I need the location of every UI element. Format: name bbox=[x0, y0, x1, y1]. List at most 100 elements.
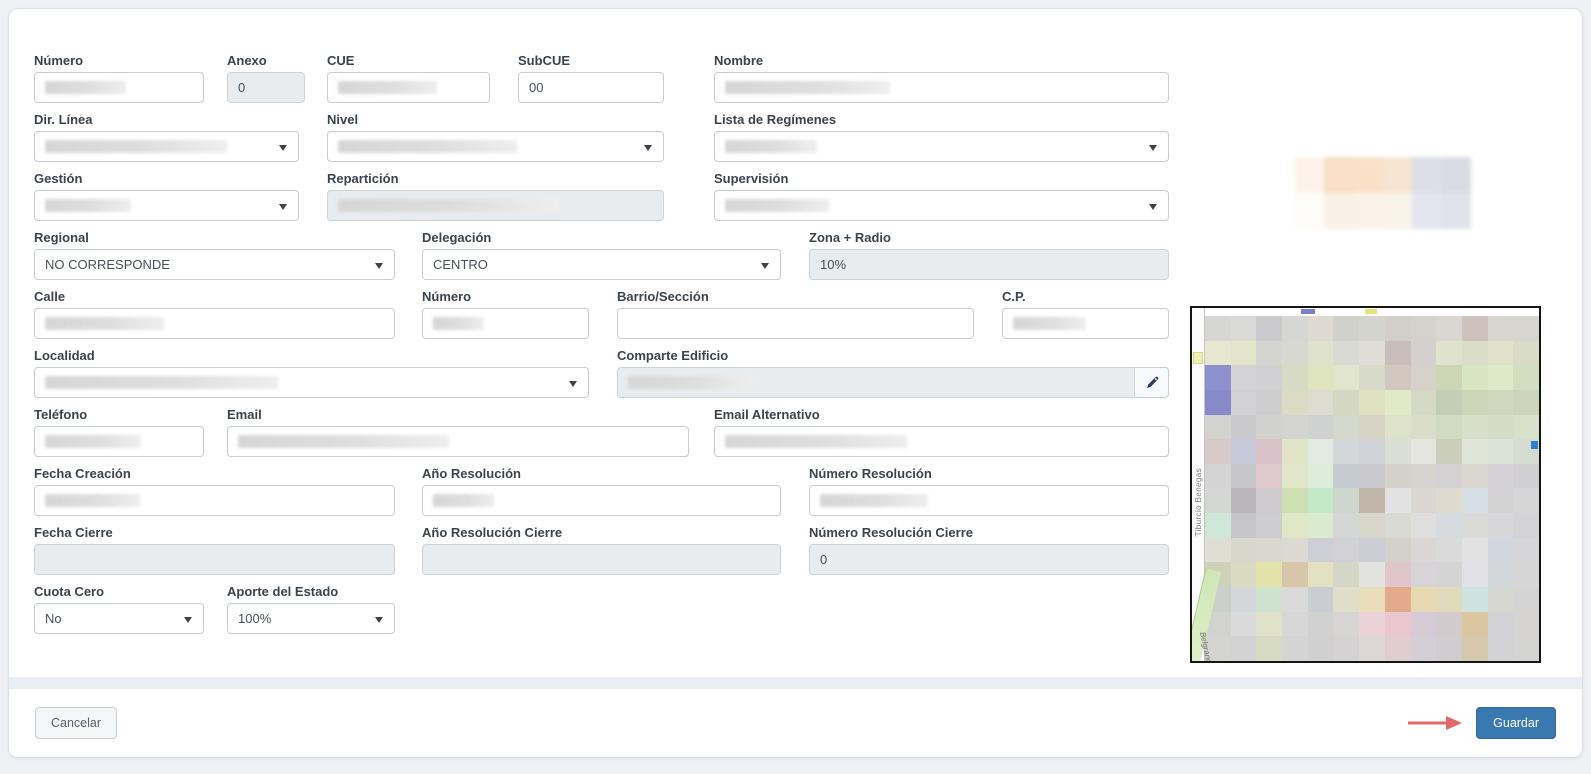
form-row-linea-nivel: Dir. Línea Nivel Lista de Regímenes bbox=[9, 112, 1194, 162]
regional-value: NO CORRESPONDE bbox=[45, 257, 170, 272]
cuota-cero-value: No bbox=[45, 611, 62, 626]
field-anio-resolucion: Año Resolución bbox=[422, 466, 781, 516]
anexo-value: 0 bbox=[238, 80, 245, 95]
nivel-select[interactable] bbox=[327, 131, 664, 162]
redacted-value bbox=[45, 435, 141, 448]
field-fecha-cierre: Fecha Cierre bbox=[34, 525, 395, 575]
numero-puerta-input[interactable] bbox=[422, 308, 589, 339]
field-gestion: Gestión bbox=[34, 171, 299, 221]
gestion-select[interactable] bbox=[34, 190, 299, 221]
form-row-resolucion: Fecha Creación Año Resolución Número Res… bbox=[9, 466, 1194, 516]
supervision-select[interactable] bbox=[714, 190, 1169, 221]
field-cp: C.P. bbox=[1002, 289, 1169, 339]
field-email: Email bbox=[227, 407, 689, 457]
form-row-cierre: Fecha Cierre Año Resolución Cierre Númer… bbox=[9, 525, 1194, 575]
nombre-input[interactable] bbox=[714, 72, 1169, 103]
field-email-alternativo-label: Email Alternativo bbox=[714, 407, 1169, 422]
lista-regimenes-select[interactable] bbox=[714, 131, 1169, 162]
map-road-mark bbox=[1301, 309, 1315, 314]
email-alternativo-input[interactable] bbox=[714, 426, 1169, 457]
redacted-value bbox=[338, 140, 517, 153]
establishment-form-card: Número Anexo 0 CUE SubCUE 00 Nombre bbox=[8, 8, 1583, 758]
email-input[interactable] bbox=[227, 426, 689, 457]
telefono-input[interactable] bbox=[34, 426, 204, 457]
field-localidad: Localidad bbox=[34, 348, 589, 398]
field-zona-radio-label: Zona + Radio bbox=[809, 230, 1169, 245]
location-map[interactable]: Tiburcio Benegas Belgrano bbox=[1190, 306, 1541, 663]
cp-input[interactable] bbox=[1002, 308, 1169, 339]
map-road-mark bbox=[1365, 309, 1377, 314]
field-barrio: Barrio/Sección bbox=[617, 289, 974, 339]
redacted-value bbox=[338, 81, 437, 94]
localidad-select[interactable] bbox=[34, 367, 589, 398]
redacted-value bbox=[820, 494, 928, 507]
aporte-estado-value: 100% bbox=[238, 611, 271, 626]
field-telefono-label: Teléfono bbox=[34, 407, 204, 422]
field-nivel-label: Nivel bbox=[327, 112, 664, 127]
aporte-estado-select[interactable]: 100% bbox=[227, 603, 395, 634]
form-row-direccion: Calle Número Barrio/Sección C.P. bbox=[9, 289, 1194, 339]
field-cue-label: CUE bbox=[327, 53, 490, 68]
redacted-value bbox=[45, 140, 227, 153]
comparte-edificio-edit-button[interactable] bbox=[1135, 367, 1169, 398]
cancel-button[interactable]: Cancelar bbox=[35, 707, 117, 739]
field-aporte-estado-label: Aporte del Estado bbox=[227, 584, 395, 599]
field-anio-resolucion-cierre-label: Año Resolución Cierre bbox=[422, 525, 781, 540]
field-barrio-label: Barrio/Sección bbox=[617, 289, 974, 304]
calle-input[interactable] bbox=[34, 308, 395, 339]
map-road-marker bbox=[1193, 352, 1203, 364]
redacted-value bbox=[238, 435, 449, 448]
field-regional: Regional NO CORRESPONDE bbox=[34, 230, 395, 280]
redacted-value bbox=[433, 317, 484, 330]
field-subcue: SubCUE 00 bbox=[518, 53, 664, 103]
fecha-creacion-input[interactable] bbox=[34, 485, 395, 516]
map-street-label: Tiburcio Benegas bbox=[1194, 468, 1203, 536]
field-cp-label: C.P. bbox=[1002, 289, 1169, 304]
dir-linea-select[interactable] bbox=[34, 131, 299, 162]
field-dir-linea: Dir. Línea bbox=[34, 112, 299, 162]
redacted-value bbox=[45, 199, 131, 212]
redacted-value bbox=[45, 494, 140, 507]
save-button[interactable]: Guardar bbox=[1476, 707, 1556, 739]
field-comparte-edificio: Comparte Edificio bbox=[617, 348, 1169, 398]
zona-radio-value: 10% bbox=[820, 257, 846, 272]
field-comparte-edificio-label: Comparte Edificio bbox=[617, 348, 1169, 363]
field-aporte-estado: Aporte del Estado 100% bbox=[227, 584, 395, 634]
pencil-icon bbox=[1145, 376, 1159, 390]
cue-input[interactable] bbox=[327, 72, 490, 103]
redacted-value bbox=[45, 81, 126, 94]
field-numero-resolucion: Número Resolución bbox=[809, 466, 1169, 516]
field-fecha-cierre-label: Fecha Cierre bbox=[34, 525, 395, 540]
field-calle-label: Calle bbox=[34, 289, 395, 304]
barrio-input[interactable] bbox=[617, 308, 974, 339]
field-localidad-label: Localidad bbox=[34, 348, 589, 363]
redacted-value bbox=[725, 435, 907, 448]
footer-divider bbox=[9, 677, 1582, 689]
field-nombre-label: Nombre bbox=[714, 53, 1169, 68]
field-supervision-label: Supervisión bbox=[714, 171, 1169, 186]
form-row-localidad: Localidad Comparte Edificio bbox=[9, 348, 1194, 398]
field-numero-resolucion-cierre-label: Número Resolución Cierre bbox=[809, 525, 1169, 540]
field-anexo-label: Anexo bbox=[227, 53, 305, 68]
subcue-input[interactable]: 00 bbox=[518, 72, 664, 103]
redacted-value bbox=[338, 199, 559, 212]
cuota-cero-select[interactable]: No bbox=[34, 603, 204, 634]
anexo-input: 0 bbox=[227, 72, 305, 103]
form-row-gestion: Gestión Repartición Supervisión bbox=[9, 171, 1194, 221]
redacted-value bbox=[628, 376, 752, 389]
numero-resolucion-input[interactable] bbox=[809, 485, 1169, 516]
delegacion-select[interactable]: CENTRO bbox=[422, 249, 781, 280]
field-calle: Calle bbox=[34, 289, 395, 339]
field-delegacion: Delegación CENTRO bbox=[422, 230, 781, 280]
field-dir-linea-label: Dir. Línea bbox=[34, 112, 299, 127]
field-fecha-creacion: Fecha Creación bbox=[34, 466, 395, 516]
regional-select[interactable]: NO CORRESPONDE bbox=[34, 249, 395, 280]
anio-resolucion-input[interactable] bbox=[422, 485, 781, 516]
numero-resolucion-cierre-value: 0 bbox=[820, 552, 827, 567]
form-row-regional: Regional NO CORRESPONDE Delegación CENTR… bbox=[9, 230, 1194, 280]
field-nombre: Nombre bbox=[714, 53, 1169, 103]
field-nivel: Nivel bbox=[327, 112, 664, 162]
numero-input[interactable] bbox=[34, 72, 204, 103]
redacted-value bbox=[45, 376, 278, 389]
establishment-form: Número Anexo 0 CUE SubCUE 00 Nombre bbox=[9, 9, 1194, 643]
